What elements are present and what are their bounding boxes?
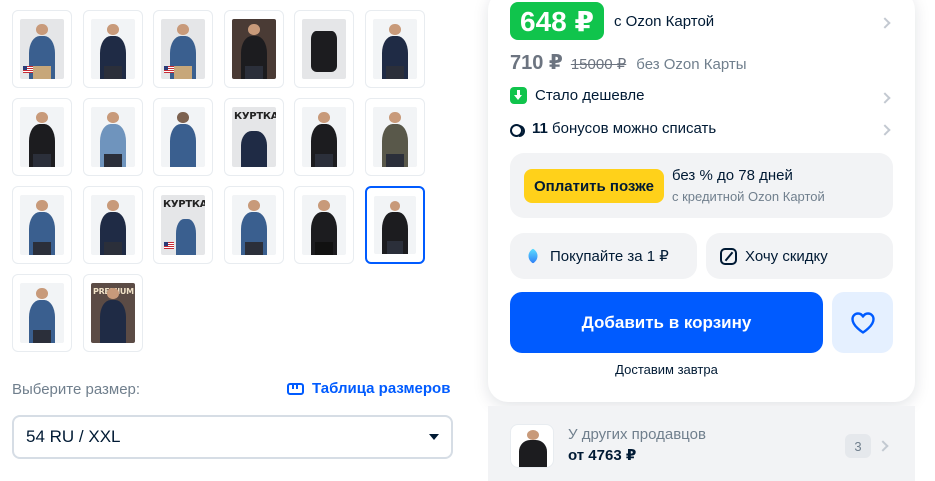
- size-label: Выберите размер:: [12, 381, 141, 398]
- bonus-count: 11: [532, 120, 548, 137]
- thumbnail[interactable]: [83, 10, 143, 88]
- poster-title: КУРТКА: [234, 111, 276, 122]
- thumbnail-selected[interactable]: [365, 186, 425, 264]
- thumbnail[interactable]: [12, 98, 72, 176]
- thumbnail[interactable]: PREMIUM: [83, 274, 143, 352]
- price-card: 648 ₽ с Ozon Картой 710 ₽ 15000 ₽ без Oz…: [488, 0, 915, 402]
- thumbnail[interactable]: КУРТКА: [224, 98, 284, 176]
- size-select[interactable]: 54 RU / XXL: [12, 415, 453, 459]
- sparkle-icon: [524, 247, 542, 265]
- size-table-label: Таблица размеров: [312, 380, 451, 397]
- thumbnail[interactable]: [12, 186, 72, 264]
- pay-later-subtitle: с кредитной Ozon Картой: [672, 189, 825, 204]
- chevron-right-icon[interactable]: [879, 124, 891, 136]
- size-select-value: 54 RU / XXL: [26, 427, 121, 446]
- other-sellers-panel[interactable]: У других продавцов от 4763 ₽ 3: [488, 406, 915, 481]
- chevron-right-icon[interactable]: [879, 92, 891, 104]
- thumbnail[interactable]: [153, 98, 213, 176]
- regular-price-row: 710 ₽ 15000 ₽ без Ozon Карты: [510, 50, 747, 75]
- thumbnail[interactable]: [83, 186, 143, 264]
- bonus-label: бонусов можно списать: [552, 120, 717, 137]
- favorite-button[interactable]: [832, 292, 893, 353]
- chevron-right-icon[interactable]: [879, 17, 891, 29]
- other-sellers-price: от 4763 ₽: [568, 447, 637, 464]
- ozon-card-price-row[interactable]: 648 ₽ с Ozon Картой: [510, 2, 714, 40]
- ozon-card-label: с Ozon Картой: [613, 12, 715, 30]
- pay-later-title: без % до 78 дней: [672, 167, 793, 184]
- thumbnail[interactable]: [12, 274, 72, 352]
- ozon-card-price: 648 ₽: [510, 2, 604, 40]
- want-discount-label: Хочу скидку: [745, 247, 828, 265]
- thumbnail[interactable]: [224, 186, 284, 264]
- chevron-down-icon: [429, 434, 439, 440]
- thumbnail[interactable]: [224, 10, 284, 88]
- thumbnail[interactable]: [365, 10, 425, 88]
- arrow-down-icon: [510, 87, 527, 104]
- bonus-icon: [510, 123, 525, 137]
- bonus-row[interactable]: 11 бонусов можно списать: [510, 120, 716, 137]
- thumbnail[interactable]: [294, 98, 354, 176]
- seller-product-thumbnail: [510, 424, 554, 468]
- thumbnail[interactable]: [294, 186, 354, 264]
- chevron-right-icon: [877, 440, 889, 452]
- other-sellers-count: 3: [845, 434, 871, 458]
- pay-later-button[interactable]: Оплатить позже: [524, 169, 664, 203]
- ruler-icon: [287, 382, 304, 395]
- thumbnail[interactable]: [365, 98, 425, 176]
- poster-title: КУРТКА: [163, 199, 205, 210]
- thumbnail[interactable]: [153, 10, 213, 88]
- regular-price: 710 ₽: [510, 52, 563, 74]
- buy-for-1-button[interactable]: Покупайте за 1 ₽: [510, 233, 697, 279]
- discount-icon: [720, 247, 737, 265]
- thumbnail[interactable]: [12, 10, 72, 88]
- thumbnail[interactable]: КУРТКА: [153, 186, 213, 264]
- old-price: 15000 ₽: [570, 56, 627, 73]
- delivery-info: Доставим завтра: [615, 362, 718, 377]
- price-drop-label: Стало дешевле: [535, 87, 645, 104]
- pay-later-box: Оплатить позже без % до 78 дней с кредит…: [510, 153, 893, 218]
- want-discount-button[interactable]: Хочу скидку: [706, 233, 893, 279]
- size-table-link[interactable]: Таблица размеров: [287, 380, 450, 397]
- add-to-cart-button[interactable]: Добавить в корзину: [510, 292, 823, 353]
- thumbnail[interactable]: [83, 98, 143, 176]
- buy-for-1-label: Покупайте за 1 ₽: [550, 248, 669, 265]
- regular-price-label: без Ozon Карты: [636, 56, 747, 73]
- thumbnail[interactable]: [294, 10, 354, 88]
- price-drop-row[interactable]: Стало дешевле: [510, 87, 645, 104]
- heart-icon: [850, 311, 875, 334]
- other-sellers-title: У других продавцов: [568, 426, 706, 443]
